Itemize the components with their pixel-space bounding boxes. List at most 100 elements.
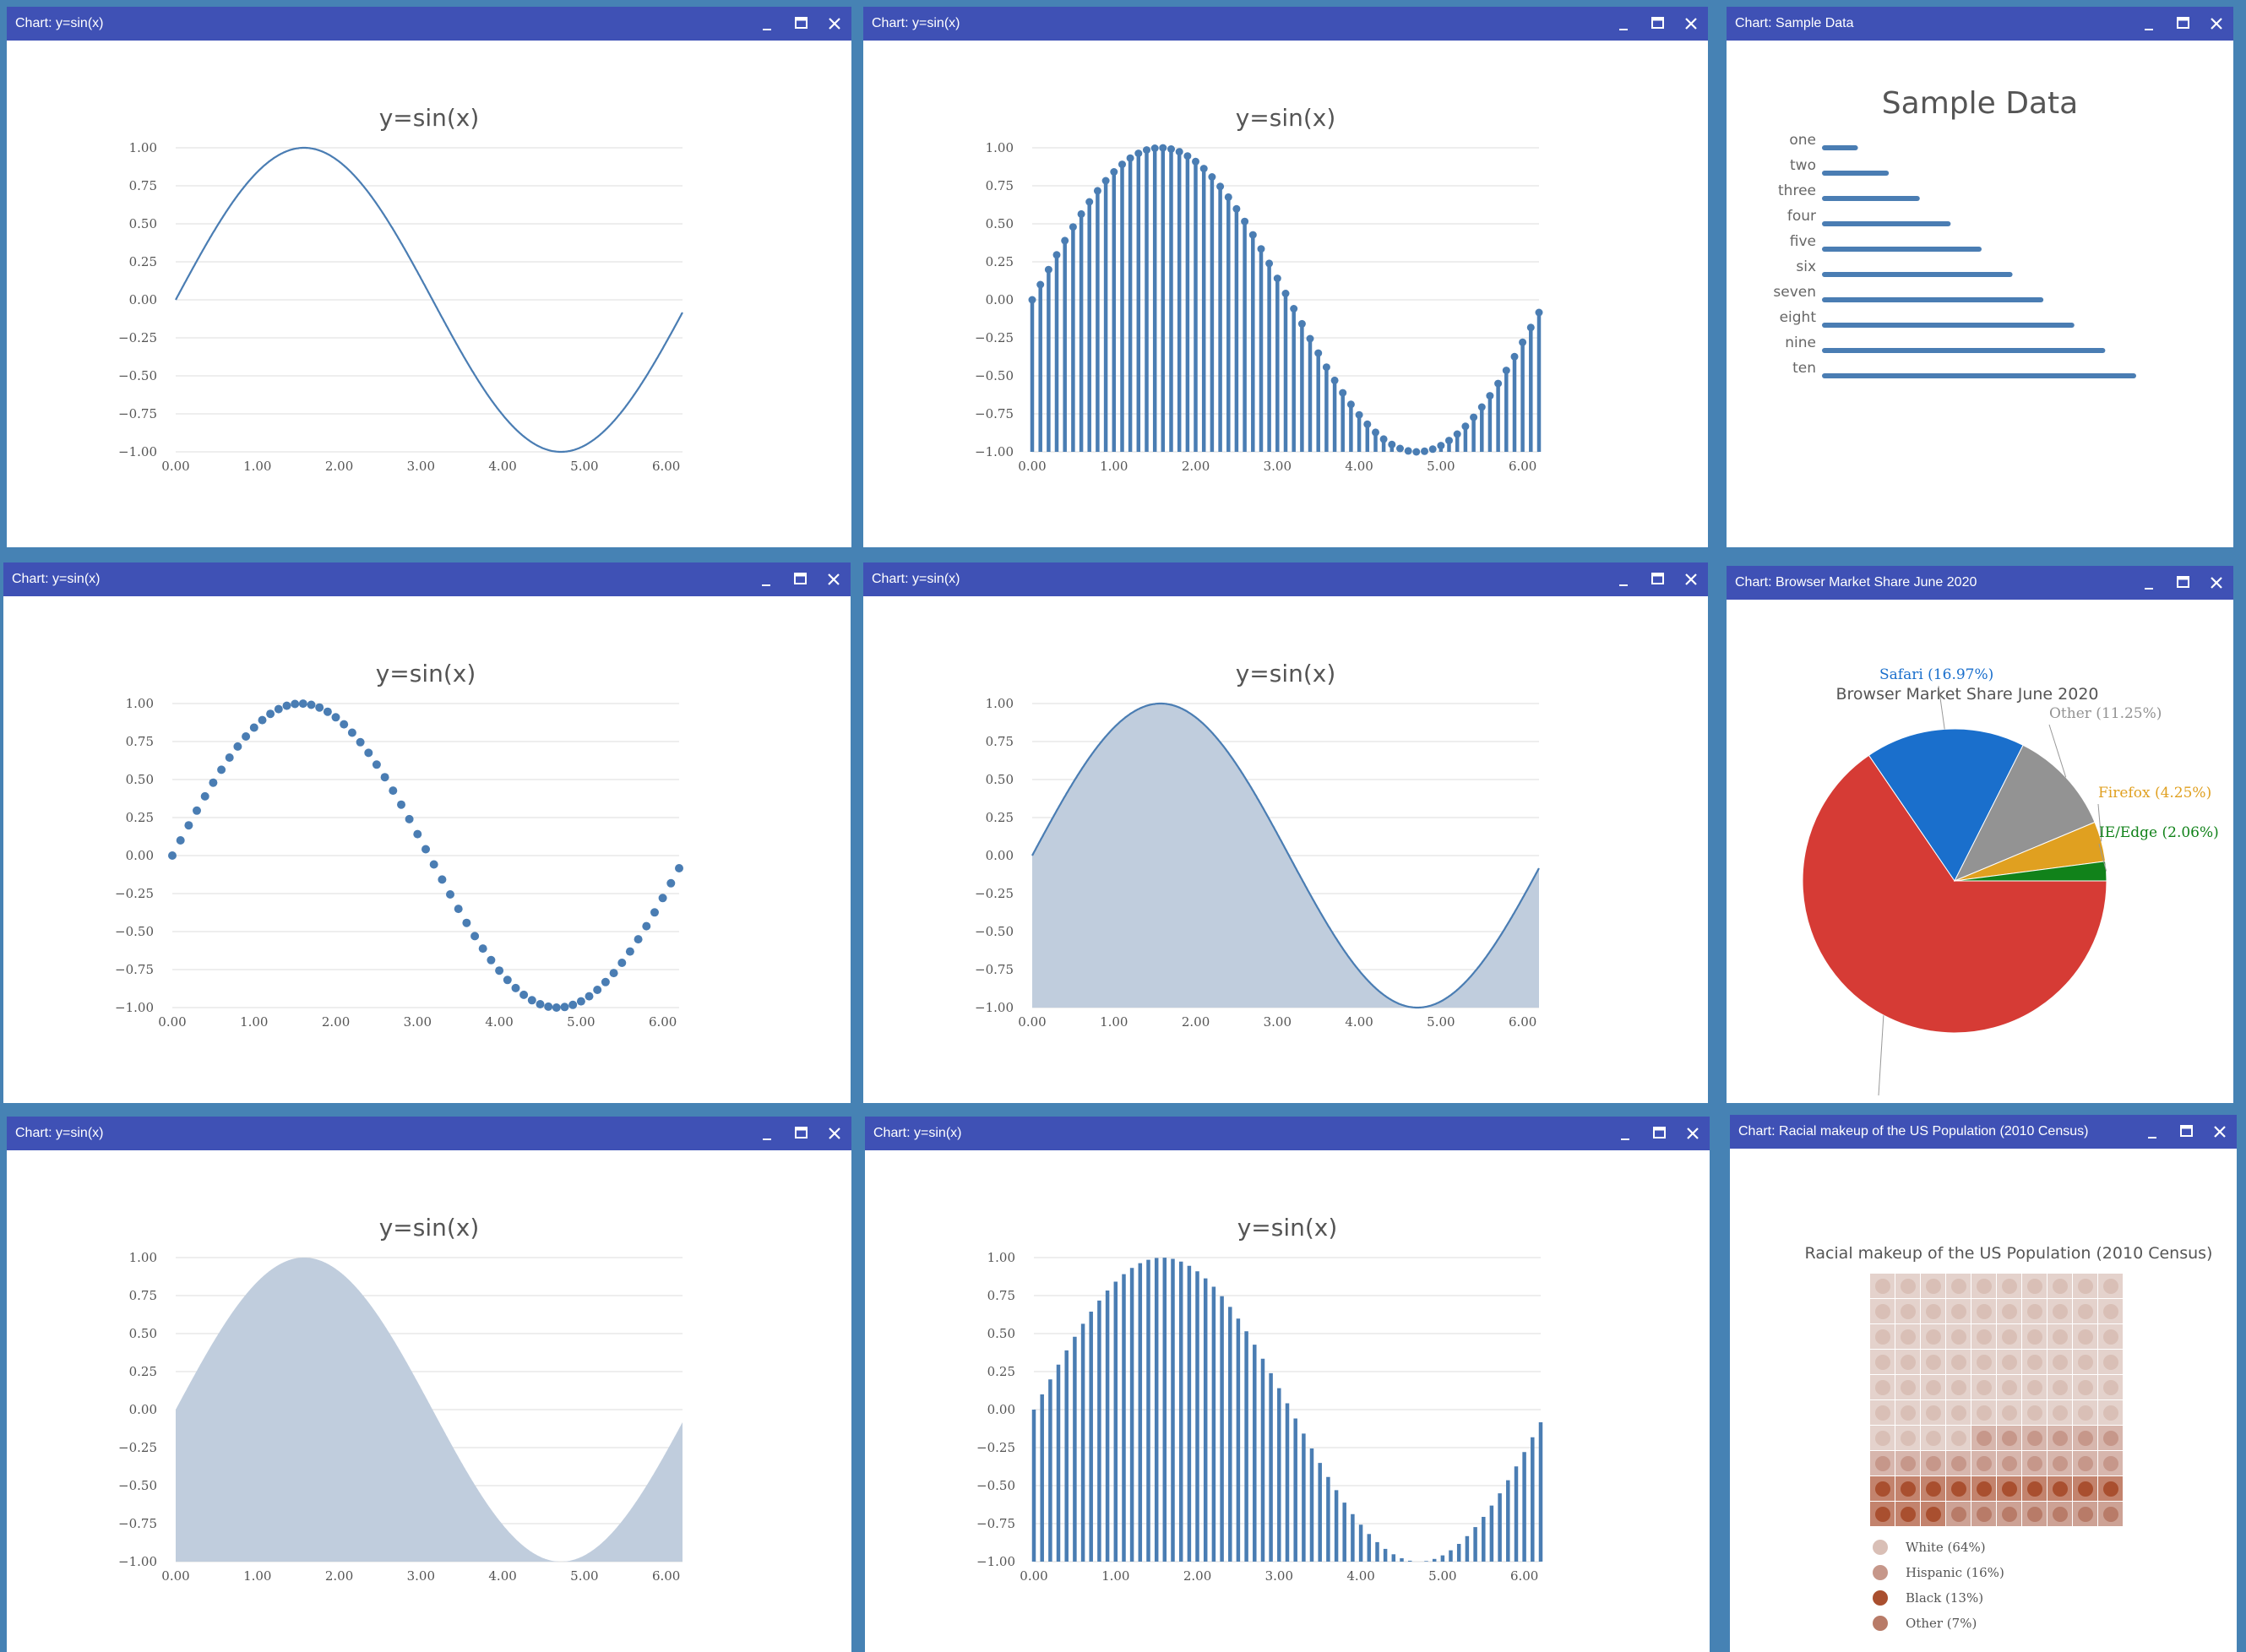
window-titlebar[interactable]: Chart: Browser Market Share June 2020 [1727, 566, 2233, 600]
data-point [413, 829, 422, 839]
waffle-dot [1977, 1405, 1992, 1421]
minimize-button[interactable] [2132, 566, 2166, 600]
minimize-button[interactable] [2135, 1115, 2169, 1149]
minimize-button[interactable] [749, 562, 783, 596]
y-tick-label: −0.25 [115, 886, 154, 901]
close-icon [1685, 18, 1697, 30]
waffle-dot [1875, 1456, 1890, 1471]
maximize-icon [794, 573, 807, 584]
close-button[interactable] [817, 562, 851, 596]
close-icon [2211, 577, 2222, 589]
chart-area: y=sin(x) 1.00 0.75 0.50 0.25 0.00 −0.25 −0.50 −0… [863, 596, 1708, 1103]
y-tick-label: −0.75 [115, 962, 154, 977]
window-titlebar[interactable]: Chart: y=sin(x) [7, 7, 851, 41]
data-point [1028, 296, 1036, 304]
maximize-button[interactable] [2166, 566, 2200, 600]
chart-area: Sample Data one two three four five six seven ei… [1727, 41, 2233, 547]
data-point [1208, 173, 1216, 181]
data-point [1044, 265, 1052, 274]
window-titlebar[interactable]: Chart: Racial makeup of the US Populatio… [1730, 1115, 2237, 1149]
y-tick-label: −0.75 [976, 1516, 1015, 1531]
minimize-button[interactable] [1608, 1117, 1642, 1150]
y-tick-label: −1.00 [975, 1000, 1014, 1015]
y-tick-label: 0.50 [129, 216, 157, 231]
chart-svg: y=sin(x) 1.00 0.75 0.50 0.25 0.00 −0.25 −0.50 −0… [975, 660, 1540, 1030]
x-tick-label: 0.00 [161, 459, 189, 474]
maximize-button[interactable] [783, 562, 817, 596]
data-point [1126, 154, 1134, 162]
close-button[interactable] [1674, 562, 1708, 596]
x-tick-label: 2.00 [1182, 459, 1210, 474]
waffle-dot [1977, 1507, 1992, 1522]
waffle-dot [1926, 1380, 1941, 1395]
waffle-dot [1926, 1355, 1941, 1370]
waffle-dot [1977, 1355, 1992, 1370]
data-point [1265, 259, 1274, 268]
waffle-dot [2027, 1355, 2042, 1370]
waffle-dot [1926, 1279, 1941, 1294]
data-point [1421, 447, 1428, 455]
window-titlebar[interactable]: Chart: y=sin(x) [865, 1117, 1710, 1150]
chart-window: Chart: y=sin(x) y=sin(x) 1.00 0.75 0.50 0.25 0… [7, 7, 851, 547]
maximize-button[interactable] [784, 1117, 818, 1150]
window-titlebar[interactable]: Chart: y=sin(x) [3, 562, 851, 596]
minimize-button[interactable] [1607, 562, 1640, 596]
data-point [1486, 392, 1494, 400]
close-button[interactable] [818, 1117, 851, 1150]
y-tick-label: 0.50 [126, 772, 154, 787]
minimize-button[interactable] [750, 1117, 784, 1150]
data-point [470, 932, 480, 941]
minimize-button[interactable] [1607, 7, 1640, 41]
waffle-dot [1951, 1380, 1966, 1395]
waffle-dot [2027, 1507, 2042, 1522]
x-tick-label: 1.00 [1100, 1014, 1128, 1030]
data-point [1281, 290, 1290, 297]
data-point [576, 997, 585, 1006]
close-button[interactable] [1674, 7, 1708, 41]
y-tick-label: −0.25 [118, 330, 157, 345]
waffle-dot [1901, 1431, 1916, 1446]
waffle-dot [2103, 1279, 2118, 1294]
window-titlebar[interactable]: Chart: y=sin(x) [7, 1117, 851, 1150]
waffle-dot [1901, 1380, 1916, 1395]
chart-window: Chart: y=sin(x) y=sin(x) 1.00 0.75 0.50 0.25 0… [7, 1117, 851, 1652]
category-label: four [1787, 208, 1816, 225]
minimize-button[interactable] [750, 7, 784, 41]
close-button[interactable] [818, 7, 851, 41]
waffle-dot [2002, 1481, 2017, 1497]
waffle-dot [2053, 1405, 2068, 1421]
close-button[interactable] [1676, 1117, 1710, 1150]
data-point [193, 806, 201, 815]
chart-svg: y=sin(x) 1.00 0.75 0.50 0.25 0.00 −0.25 −0.50 −0… [976, 1214, 1543, 1584]
waffle-dot [2078, 1355, 2093, 1370]
data-point [1502, 367, 1510, 375]
maximize-icon [2180, 1125, 2193, 1137]
waffle-dot [2002, 1431, 2017, 1446]
maximize-button[interactable] [2166, 7, 2200, 41]
maximize-button[interactable] [1640, 7, 1674, 41]
close-button[interactable] [2200, 7, 2233, 41]
data-point [1535, 308, 1543, 317]
maximize-button[interactable] [784, 7, 818, 41]
waffle-dot [1951, 1481, 1966, 1497]
x-tick-label: 1.00 [243, 459, 271, 474]
y-tick-label: −0.50 [118, 1478, 157, 1493]
close-button[interactable] [2203, 1115, 2237, 1149]
window-titlebar[interactable]: Chart: y=sin(x) [863, 562, 1708, 596]
x-tick-label: 1.00 [1100, 459, 1128, 474]
category-label: one [1789, 132, 1816, 149]
window-titlebar[interactable]: Chart: Sample Data [1727, 7, 2233, 41]
maximize-button[interactable] [2169, 1115, 2203, 1149]
minimize-button[interactable] [2132, 7, 2166, 41]
data-point [1494, 379, 1503, 388]
data-point [1052, 251, 1061, 259]
maximize-button[interactable] [1640, 562, 1674, 596]
waffle-dot [2053, 1380, 2068, 1395]
close-button[interactable] [2200, 566, 2233, 600]
maximize-icon [1653, 1127, 1666, 1138]
data-point [1526, 323, 1535, 332]
window-titlebar[interactable]: Chart: y=sin(x) [863, 7, 1708, 41]
data-point [323, 707, 332, 716]
maximize-button[interactable] [1642, 1117, 1676, 1150]
chart-svg: Browser Market Share June 2020 Chrome (65… [1802, 666, 2219, 1103]
